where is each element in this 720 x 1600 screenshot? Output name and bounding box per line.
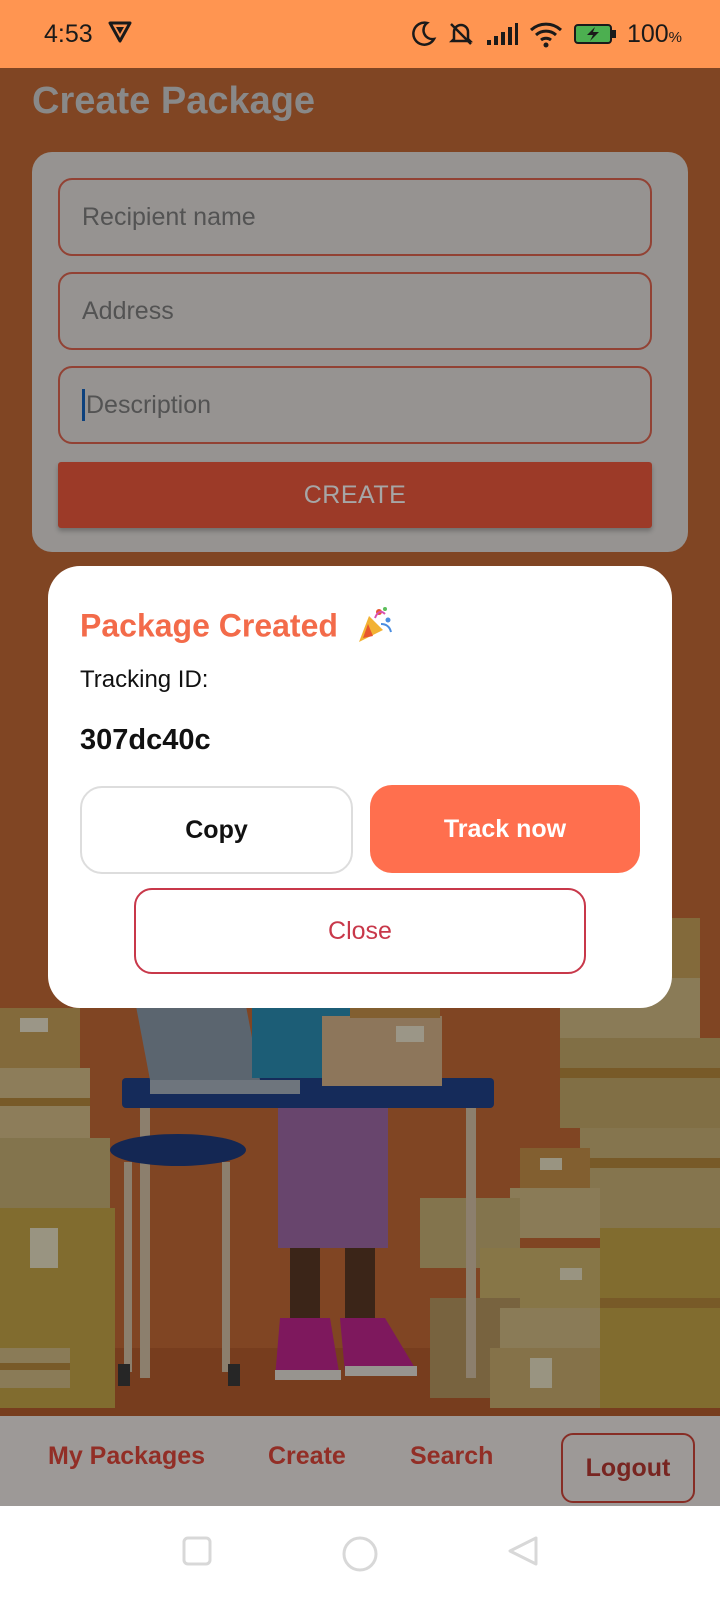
app-screen: 4:53 100% Create Package Recipient name … bbox=[0, 0, 720, 1600]
vpn-shield-icon bbox=[107, 18, 133, 51]
battery-level: 100% bbox=[626, 19, 682, 48]
system-nav-bar bbox=[0, 1506, 720, 1600]
track-now-button[interactable]: Track now bbox=[370, 785, 640, 873]
tracking-id-value: 307dc40c bbox=[80, 724, 211, 756]
status-time: 4:53 bbox=[44, 19, 93, 48]
recents-square-icon[interactable] bbox=[180, 1534, 214, 1573]
close-button[interactable]: Close bbox=[134, 888, 586, 974]
dialog-title-text: Package Created bbox=[80, 607, 338, 644]
status-bar: 4:53 100% bbox=[0, 0, 720, 68]
cellular-signal-icon bbox=[485, 22, 519, 46]
battery-charging-icon bbox=[573, 22, 617, 46]
copy-button[interactable]: Copy bbox=[80, 786, 353, 874]
home-circle-icon[interactable] bbox=[340, 1534, 380, 1579]
party-popper-icon bbox=[355, 604, 395, 652]
package-created-dialog: Package Created Tracking ID: 307dc40c Co… bbox=[48, 566, 672, 1008]
back-triangle-icon[interactable] bbox=[506, 1534, 540, 1573]
dialog-title: Package Created bbox=[80, 604, 395, 652]
notifications-muted-icon bbox=[447, 20, 475, 48]
tracking-id-label: Tracking ID: bbox=[80, 666, 209, 693]
do-not-disturb-moon-icon bbox=[409, 20, 437, 48]
wifi-icon bbox=[529, 20, 563, 48]
